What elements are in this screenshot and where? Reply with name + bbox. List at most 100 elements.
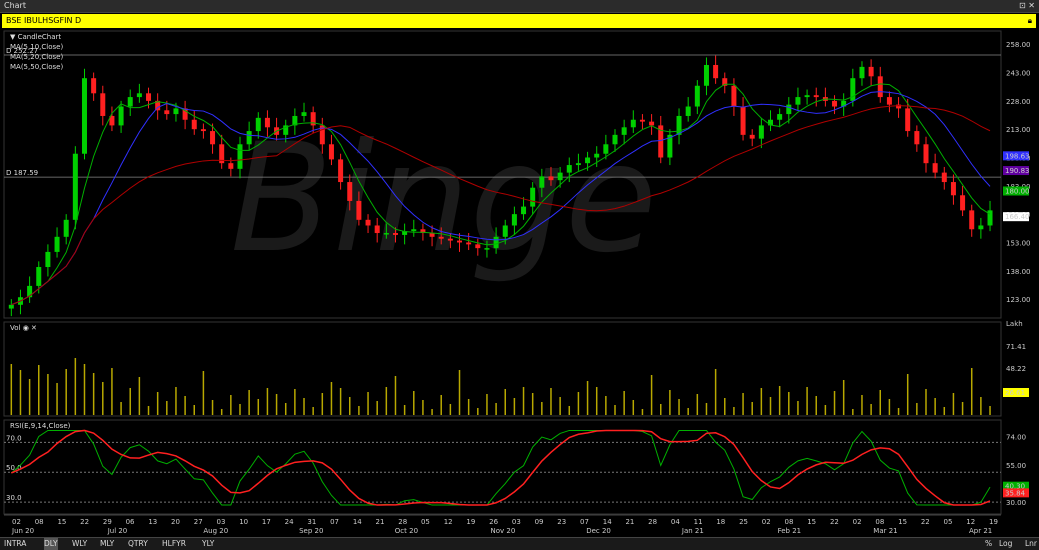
x-day-label: 24 [285, 518, 294, 526]
x-day-label: 11 [694, 518, 703, 526]
x-day-label: 26 [489, 518, 498, 526]
timeframe-mly[interactable]: MLY [100, 538, 114, 550]
rsi-legend: RSI(E,9,14,Close) [10, 422, 71, 430]
price-tick-label: 243.00 [1006, 70, 1031, 78]
watermark: Binge [230, 112, 657, 286]
timeframe-intra[interactable]: INTRA [4, 538, 26, 550]
candle-body [804, 95, 810, 98]
timeframe-dly[interactable]: DLY [44, 538, 58, 550]
candle-body [237, 144, 243, 169]
x-day-label: 02 [12, 518, 21, 526]
x-day-label: 05 [421, 518, 430, 526]
candle-body [676, 115, 682, 135]
candle-body [621, 127, 627, 135]
bottom-bar: INTRA DLY WLY MLY QTRY HLFYR YLY% Log Lnr [0, 537, 1039, 550]
price-tick-label: 228.00 [1006, 98, 1031, 106]
candle-body [411, 229, 417, 232]
candle-body [649, 121, 655, 126]
candle-body [749, 134, 755, 139]
candle-body [758, 125, 764, 139]
candle-body [127, 97, 133, 107]
rsi-line [10, 429, 991, 506]
candle-body [941, 172, 947, 183]
scale-lnr[interactable]: Lnr [1025, 538, 1037, 550]
candle-body [200, 129, 206, 132]
rsi-level-label: 30.0 [6, 494, 22, 502]
x-day-label: 22 [921, 518, 930, 526]
hline-label: D 187.59 [6, 169, 38, 177]
candle-body [557, 172, 563, 181]
x-day-label: 09 [535, 518, 544, 526]
timeframe-yly[interactable]: YLY [202, 538, 214, 550]
candle-body [886, 97, 892, 105]
candle-body [374, 225, 380, 234]
candle-body [685, 106, 691, 116]
x-day-label: 07 [580, 518, 589, 526]
candle-body [703, 64, 709, 86]
candle-body [502, 225, 508, 237]
rsi-tag-label: 35.84 [1005, 489, 1026, 497]
x-day-label: 28 [648, 518, 657, 526]
x-day-label: 27 [194, 518, 203, 526]
x-day-label: 25 [739, 518, 748, 526]
candle-body [255, 117, 261, 132]
candle-body [786, 104, 792, 115]
candle-body [740, 106, 746, 135]
candle-body [365, 219, 371, 226]
candle-body [54, 236, 60, 252]
scale-log[interactable]: Log [999, 538, 1012, 550]
x-month-label: Oct 20 [395, 527, 418, 535]
candle-body [630, 119, 636, 128]
candle-body [36, 267, 42, 286]
rsi-signal-line [11, 429, 991, 506]
x-day-label: 04 [671, 518, 680, 526]
candle-body [81, 78, 87, 154]
chart-svg[interactable]: Binge258.00243.00228.00213.00198.00183.0… [0, 0, 1039, 549]
x-day-label: 15 [898, 518, 907, 526]
timeframe-wly[interactable]: WLY [72, 538, 87, 550]
x-day-label: 19 [989, 518, 998, 526]
scale-percent[interactable]: % [985, 538, 992, 550]
candle-body [191, 119, 197, 130]
candle-body [923, 144, 929, 164]
candle-body [164, 110, 170, 115]
x-day-label: 08 [785, 518, 794, 526]
price-tag-label: 190.83 [1005, 167, 1030, 175]
candle-body [877, 76, 883, 98]
candle-body [264, 117, 270, 128]
candle-body [338, 159, 344, 183]
candle-body [8, 304, 14, 309]
timeframe-hlfyr[interactable]: HLFYR [162, 538, 186, 550]
candle-body [585, 157, 591, 164]
candle-body [438, 236, 444, 239]
candle-body [914, 131, 920, 145]
price-tick-label: 258.00 [1006, 41, 1031, 49]
x-day-label: 12 [966, 518, 975, 526]
candle-body [328, 144, 334, 160]
x-day-label: 22 [830, 518, 839, 526]
candle-body [91, 78, 97, 94]
price-tick-label: 153.00 [1006, 239, 1031, 247]
candle-body [639, 119, 645, 122]
candle-body [493, 236, 499, 249]
volume-panel [3, 321, 1002, 417]
candle-body [530, 187, 536, 207]
candle-body [210, 131, 216, 145]
vol-tick-label: 71.41 [1006, 343, 1026, 351]
candle-body [731, 85, 737, 107]
x-month-label: Dec 20 [586, 527, 611, 535]
x-month-label: Aug 20 [203, 527, 228, 535]
candle-body [72, 153, 78, 220]
candle-body [457, 240, 463, 243]
x-day-label: 06 [126, 518, 135, 526]
candle-body [713, 64, 719, 79]
candle-body [795, 97, 801, 105]
candle-body [868, 66, 874, 77]
x-day-label: 31 [307, 518, 316, 526]
candle-body [475, 244, 481, 249]
x-month-label: Mar 21 [873, 527, 897, 535]
timeframe-qtry[interactable]: QTRY [128, 538, 148, 550]
x-day-label: 29 [103, 518, 112, 526]
x-day-label: 05 [944, 518, 953, 526]
x-day-label: 07 [330, 518, 339, 526]
